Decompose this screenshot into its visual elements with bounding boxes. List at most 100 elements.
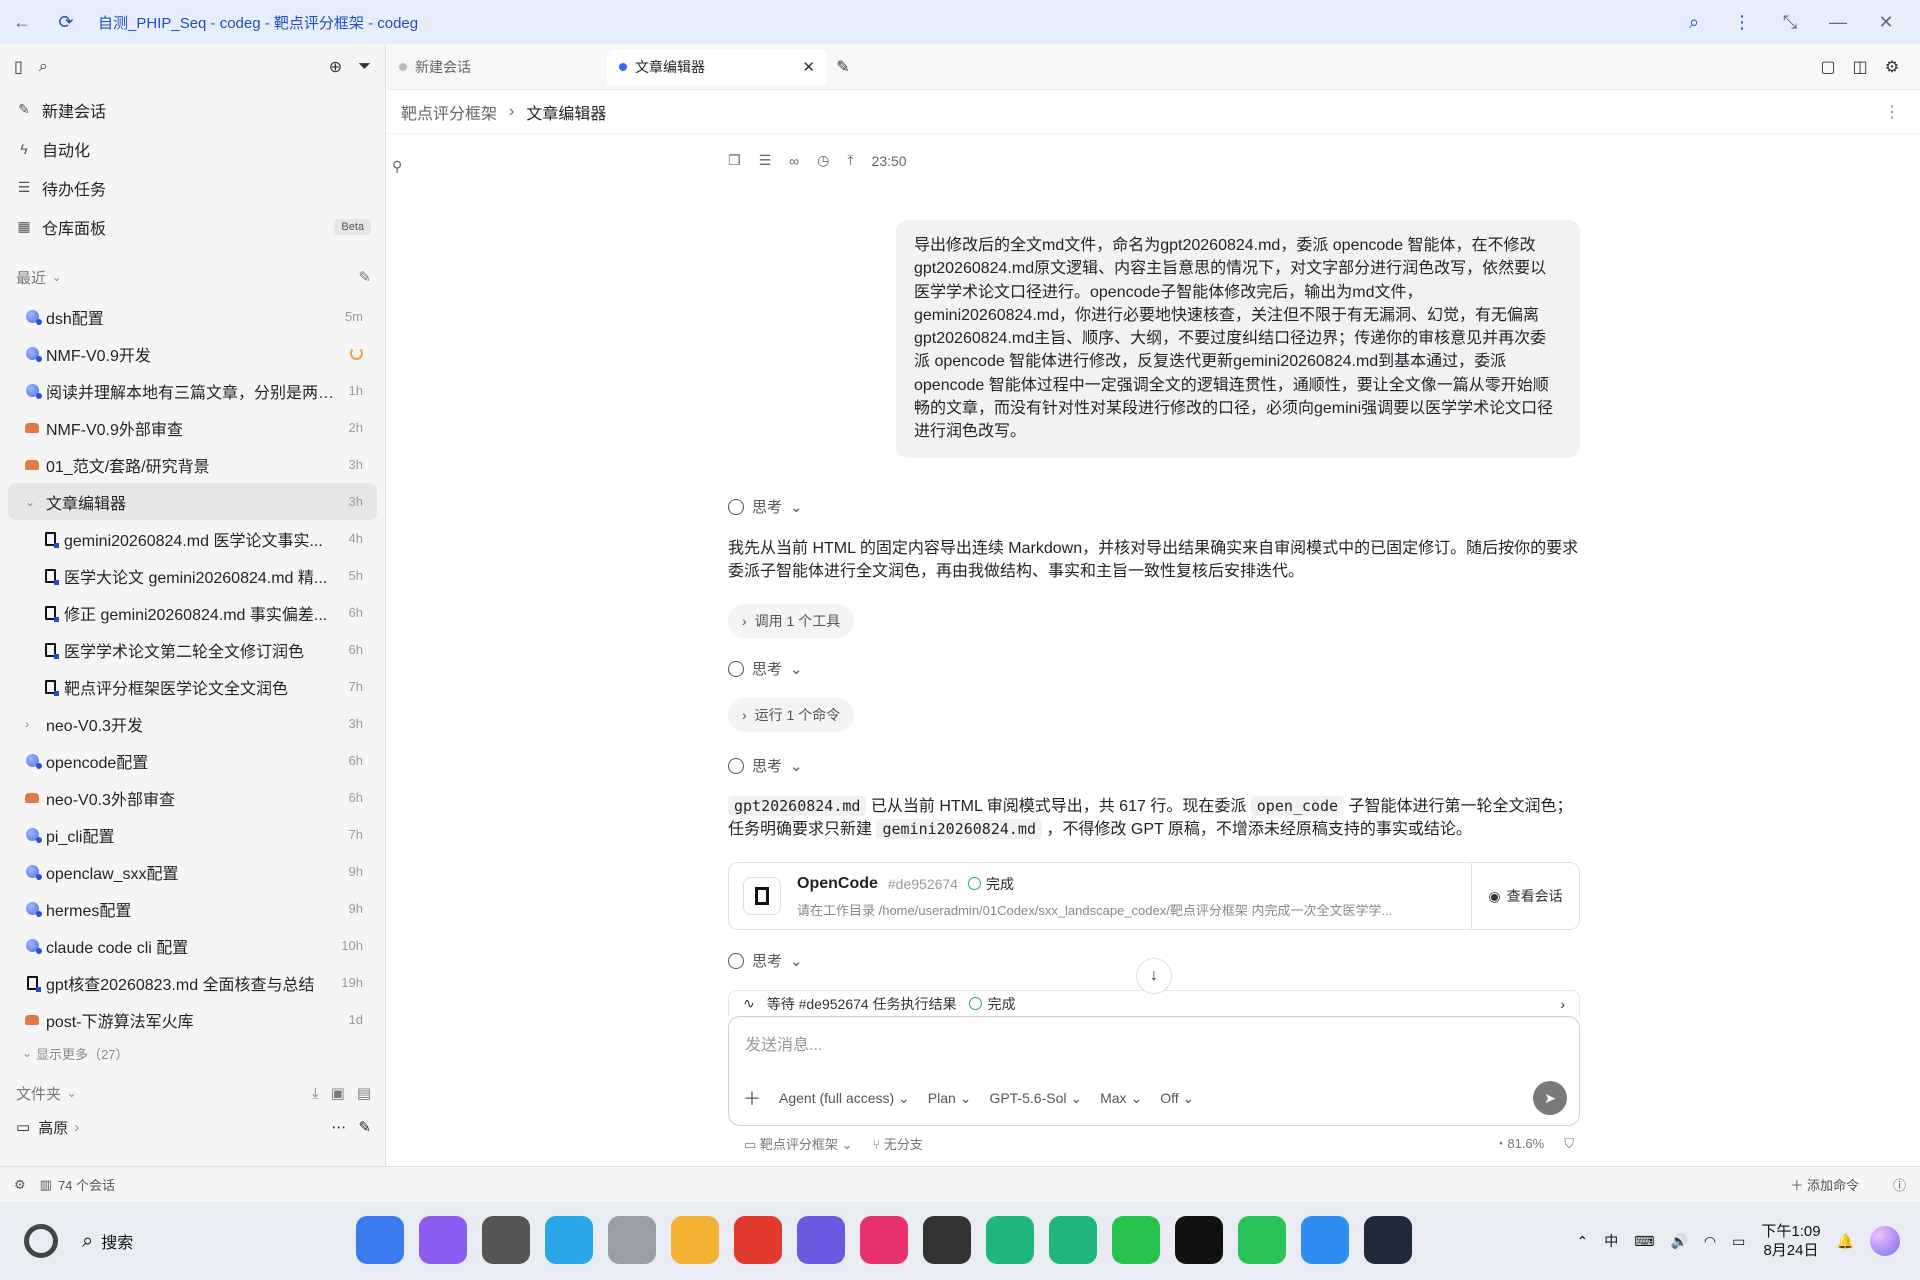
taskbar-app-icon[interactable] [1301,1216,1349,1264]
panel-icon[interactable]: ◫ [1844,57,1876,77]
send-button[interactable]: ➤ [1533,1081,1567,1115]
recent-item[interactable]: gpt核查20260823.md 全面核查与总结 19h [8,964,377,1001]
effort-select[interactable]: Max ⌄ [1100,1090,1142,1107]
assistant-orb-icon[interactable] [1870,1226,1900,1256]
folder-add-icon[interactable]: ▣ [331,1084,345,1102]
search-icon[interactable]: ⌕ [39,58,48,76]
chevron-up-icon[interactable]: ⌃ [1577,1233,1589,1250]
taskbar-app-icon[interactable] [797,1216,845,1264]
taskbar-app-icon[interactable] [356,1216,404,1264]
show-more-link[interactable]: ⌄ 显示更多（27） [8,1038,377,1068]
gear-icon[interactable]: ⚙ [1876,57,1908,77]
recent-item[interactable]: hermes配置 9h [8,890,377,927]
recent-header[interactable]: 最近 ⌄ ✎ [0,260,385,294]
sidebar-toggle-icon[interactable]: ▯ [14,57,23,77]
think-toggle[interactable]: 思考 ⌄ [728,755,803,776]
recent-item[interactable]: NMF-V0.9开发 [8,335,377,372]
shield-icon[interactable]: ⛉ [1564,1136,1574,1152]
settings-icon[interactable]: ⚙ [14,1177,26,1193]
keyboard-icon[interactable]: ⌨ [1634,1233,1654,1250]
think-toggle[interactable]: 思考 ⌄ [728,950,803,971]
edit-icon[interactable]: ✎ [358,1118,371,1136]
breadcrumb-parent[interactable]: 靶点评分框架 [401,100,497,124]
info-icon[interactable]: ⓘ [1893,1175,1906,1194]
copy-icon[interactable]: ❐ [728,152,741,169]
recent-item[interactable]: gemini20260824.md 医学论文事实... 4h [8,520,377,557]
nav-item[interactable]: ▦ 仓库面板 Beta [0,207,385,246]
filter-icon[interactable]: ⏷ [358,58,371,76]
folders-header[interactable]: 文件夹 ⌄ ⤓ ▣ ▤ [0,1076,385,1110]
view-session-button[interactable]: ◉ 查看会话 [1471,862,1579,930]
user-pin-icon[interactable]: ⚲ [392,158,402,175]
mode-select[interactable]: Agent (full access) ⌄ [779,1090,910,1107]
battery-icon[interactable]: ▭ [1732,1233,1745,1250]
taskbar-app-icon[interactable] [1175,1216,1223,1264]
taskbar-app-icon[interactable] [1364,1216,1412,1264]
new-tab-icon[interactable]: ✎ [827,57,859,77]
model-select[interactable]: GPT-5.6-Sol ⌄ [989,1090,1082,1107]
recent-item[interactable]: dsh配置 5m [8,298,377,335]
restore-icon[interactable]: ⤡ [1768,0,1812,44]
start-button[interactable] [24,1224,58,1258]
think-toggle[interactable]: 思考 ⌄ [728,658,803,679]
taskbar-app-icon[interactable] [1049,1216,1097,1264]
taskbar-app-icon[interactable] [1112,1216,1160,1264]
branch-select[interactable]: ⑂ 无分支 [872,1134,922,1153]
clock[interactable]: 下午1:09 8月24日 [1761,1222,1820,1260]
nav-item[interactable]: ϟ 自动化 [0,129,385,168]
recent-item[interactable]: post-下游算法军火库 1d [8,1001,377,1038]
taskbar-app-icon[interactable] [608,1216,656,1264]
close-tab-icon[interactable]: ✕ [802,58,815,76]
more-vertical-icon[interactable]: ⋮ [1884,102,1900,122]
taskbar-search[interactable]: ⌕ 搜索 [82,1229,133,1253]
pin-top-icon[interactable]: ⤒ [847,152,853,169]
recent-item[interactable]: › neo-V0.3开发 3h [8,705,377,742]
more-vertical-icon[interactable]: ⋮ [1720,0,1764,44]
plan-select[interactable]: Plan ⌄ [928,1090,972,1107]
new-chat-icon[interactable]: ✎ [358,268,371,286]
add-command-button[interactable]: ＋ 添加命令 [1790,1175,1859,1194]
ime-indicator[interactable]: 中 [1604,1231,1618,1251]
message-input[interactable]: 发送消息... [745,1031,822,1055]
tab-new-chat[interactable]: 新建会话 [387,49,607,85]
more-horizontal-icon[interactable]: ⋯ [331,1118,346,1136]
close-icon[interactable]: ✕ [1864,0,1908,44]
volume-icon[interactable]: 🔊 [1670,1233,1687,1250]
nav-item[interactable]: ☰ 待办任务 [0,168,385,207]
minimize-icon[interactable]: — [1816,0,1860,44]
notification-bell-icon[interactable]: 🔔 [1837,1233,1854,1250]
taskbar-app-icon[interactable] [986,1216,1034,1264]
target-icon[interactable]: ⊕ [329,57,342,77]
reload-icon[interactable]: ⟳ [44,0,88,44]
taskbar-app-icon[interactable] [482,1216,530,1264]
back-icon[interactable]: ← [0,0,44,44]
recent-item[interactable]: ⌄ 文章编辑器 3h [8,483,377,520]
recent-item[interactable]: 医学学术论文第二轮全文修订润色 6h [8,631,377,668]
taskbar-app-icon[interactable] [923,1216,971,1264]
command-pill[interactable]: › 运行 1 个命令 [728,698,855,732]
taskbar-app-icon[interactable] [419,1216,467,1264]
taskbar-app-icon[interactable] [545,1216,593,1264]
recent-item[interactable]: 阅读并理解本地有三篇文章，分别是两篇... 1h [8,372,377,409]
zoom-icon[interactable]: ⌕ [1672,0,1716,44]
taskbar-app-icon[interactable] [671,1216,719,1264]
add-icon[interactable]: ＋ [743,1085,761,1111]
recent-item[interactable]: 修正 gemini20260824.md 事实偏差... 6h [8,594,377,631]
recent-item[interactable]: neo-V0.3外部审查 6h [8,779,377,816]
tool-call-pill[interactable]: › 调用 1 个工具 [728,604,855,638]
wifi-icon[interactable]: ◠ [1704,1233,1716,1250]
taskbar-app-icon[interactable] [1238,1216,1286,1264]
nav-item[interactable]: ✎ 新建会话 [0,90,385,129]
toggle-select[interactable]: Off ⌄ [1160,1090,1194,1107]
recent-item[interactable]: 医学大论文 gemini20260824.md 精... 5h [8,557,377,594]
download-icon[interactable]: ⤓ [312,1085,319,1102]
terminal-icon[interactable]: ▢ [1812,57,1844,77]
recent-item[interactable]: openclaw_sxx配置 9h [8,853,377,890]
tab-article-editor[interactable]: 文章编辑器 ✕ [607,48,827,85]
recent-item[interactable]: claude code cli 配置 10h [8,927,377,964]
recent-item[interactable]: NMF-V0.9外部审查 2h [8,409,377,446]
recent-item[interactable]: pi_cli配置 7h [8,816,377,853]
folder-open-icon[interactable]: ▤ [357,1084,371,1102]
think-toggle[interactable]: 思考 ⌄ [728,496,803,517]
recent-item[interactable]: 靶点评分框架医学论文全文润色 7h [8,668,377,705]
